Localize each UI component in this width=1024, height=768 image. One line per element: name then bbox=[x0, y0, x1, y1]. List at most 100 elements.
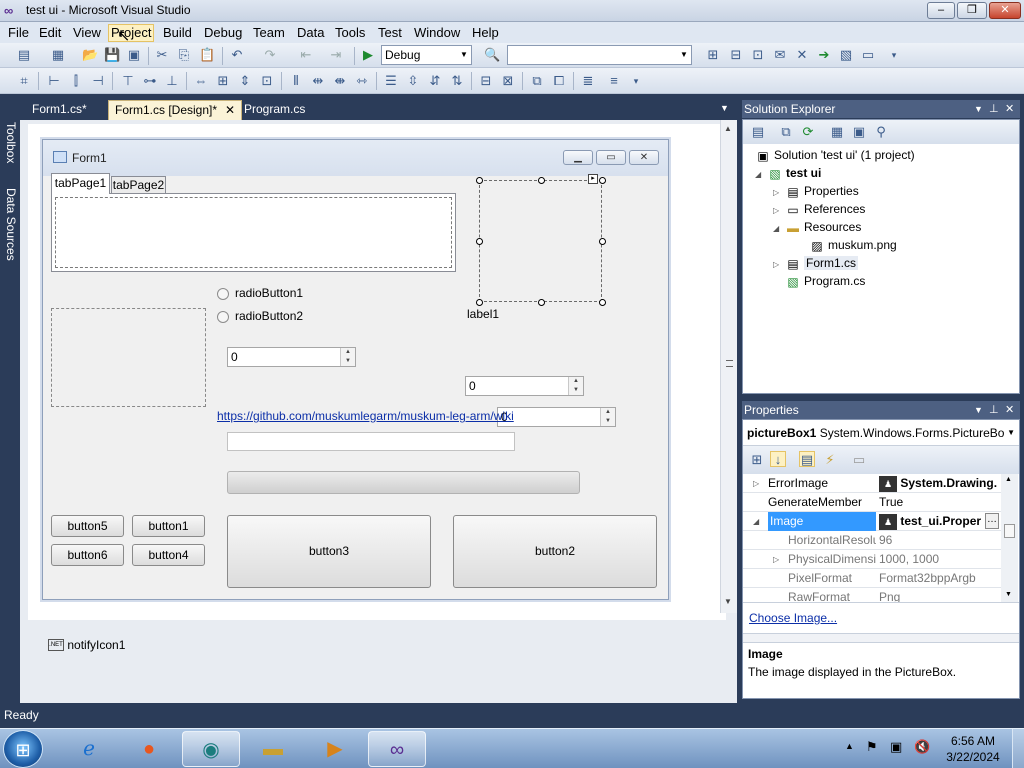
bring-to-front-icon[interactable]: ⧉ bbox=[529, 73, 545, 89]
tree-references[interactable]: ▷ ▭ References bbox=[773, 202, 865, 217]
navigate-forward-icon[interactable]: ⇥ bbox=[328, 47, 344, 63]
numeric-updown3[interactable]: 0 ▲ ▼ bbox=[497, 407, 616, 427]
radio-button2[interactable]: radioButton2 bbox=[217, 309, 303, 323]
tab-page1[interactable]: tabPage1 bbox=[51, 173, 110, 194]
menu-team[interactable]: Team bbox=[251, 24, 287, 42]
file-explorer-icon[interactable]: ▬ bbox=[244, 731, 302, 767]
make-same-height-icon[interactable]: ⇕ bbox=[237, 73, 253, 89]
system-clock[interactable]: 6:56 AM 3/22/2024 bbox=[940, 733, 1006, 765]
align-tops-icon[interactable]: ⊤ bbox=[120, 73, 136, 89]
tools-icon[interactable]: ✕ bbox=[794, 47, 810, 63]
button3[interactable]: button3 bbox=[227, 515, 431, 588]
close-button[interactable]: ✕ bbox=[989, 2, 1021, 19]
close-panel-icon[interactable]: ✕ bbox=[1005, 401, 1014, 419]
text-box[interactable] bbox=[227, 432, 515, 451]
start-debugging-icon[interactable]: ▶ bbox=[360, 47, 376, 63]
export-icon[interactable]: ➔ bbox=[816, 47, 832, 63]
increase-vertical-spacing-icon[interactable]: ⇳ bbox=[405, 73, 421, 89]
remove-horizontal-spacing-icon[interactable]: ⇿ bbox=[354, 73, 370, 89]
menu-build[interactable]: Build bbox=[161, 24, 194, 42]
menu-help[interactable]: Help bbox=[470, 24, 501, 42]
expand-arrow-icon[interactable]: ▷ bbox=[773, 260, 785, 269]
prop-row-hres[interactable]: HorizontalResolu 96 bbox=[743, 531, 1001, 550]
spin-arrows-icon[interactable]: ▲ ▼ bbox=[340, 348, 355, 366]
expand-arrow-icon[interactable]: ▷ bbox=[773, 188, 785, 197]
center-horizontally-icon[interactable]: ⊟ bbox=[478, 73, 494, 89]
button2[interactable]: button2 bbox=[453, 515, 657, 588]
menu-data[interactable]: Data bbox=[295, 24, 326, 42]
minimize-button[interactable]: – bbox=[927, 2, 955, 19]
tree-properties[interactable]: ▷ ▤ Properties bbox=[773, 184, 859, 199]
picture-box1[interactable]: ▸ bbox=[476, 174, 606, 306]
collapse-arrow-icon[interactable]: ◢ bbox=[773, 224, 785, 233]
align-centers-icon[interactable]: ⫿ bbox=[68, 73, 84, 89]
close-panel-icon[interactable]: ✕ bbox=[1005, 100, 1014, 118]
video-player-icon[interactable]: ▶ bbox=[306, 731, 364, 767]
align-middles-icon[interactable]: ⊶ bbox=[142, 73, 158, 89]
class-diagram-icon[interactable]: ⚲ bbox=[873, 124, 889, 140]
show-desktop-button[interactable] bbox=[1012, 729, 1024, 768]
save-icon[interactable]: 💾 bbox=[104, 47, 120, 63]
menu-file[interactable]: File bbox=[6, 24, 31, 42]
form-close-button[interactable]: ✕ bbox=[629, 150, 659, 165]
designer-scrollbar[interactable]: ▲ ▼ bbox=[720, 120, 737, 613]
internet-explorer-icon[interactable]: ℯ bbox=[60, 731, 118, 767]
object-selector[interactable]: pictureBox1 System.Windows.Forms.Picture… bbox=[743, 420, 1019, 446]
start-button[interactable]: ⊞ bbox=[3, 730, 43, 768]
tree-muskum-png[interactable]: ▨ muskum.png bbox=[809, 238, 896, 253]
scroll-up-icon[interactable]: ▲ bbox=[1005, 476, 1012, 483]
choose-image-link[interactable]: Choose Image... bbox=[749, 611, 837, 625]
toolbox-icon[interactable]: ✉ bbox=[772, 47, 788, 63]
decrease-vertical-spacing-icon[interactable]: ⇵ bbox=[427, 73, 443, 89]
prop-row-rawfmt[interactable]: RawFormat Png bbox=[743, 588, 1001, 602]
toolbox-tab[interactable]: Toolbox bbox=[2, 122, 18, 163]
expand-arrow-icon[interactable]: ▷ bbox=[773, 550, 779, 569]
window-position-icon[interactable]: ▼ bbox=[974, 401, 983, 419]
refresh-icon[interactable]: ⟳ bbox=[800, 124, 816, 140]
visual-studio-taskbar-icon[interactable]: ∞ bbox=[368, 731, 426, 767]
align-rights-icon[interactable]: ⊣ bbox=[90, 73, 106, 89]
object-browser-icon[interactable]: ⊡ bbox=[750, 47, 766, 63]
remove-vertical-spacing-icon[interactable]: ⇅ bbox=[449, 73, 465, 89]
tab-list-dropdown-icon[interactable]: ▼ bbox=[720, 103, 729, 113]
button1[interactable]: button1 bbox=[132, 515, 205, 537]
tab-program[interactable]: Program.cs bbox=[238, 100, 311, 120]
tree-resources[interactable]: ◢ ▬ Resources bbox=[773, 220, 861, 235]
property-grid-scrollbar[interactable]: ▲ ▼ bbox=[1001, 474, 1018, 602]
view-designer-icon[interactable]: ▣ bbox=[851, 124, 867, 140]
firefox-icon[interactable]: ● bbox=[120, 731, 178, 767]
vertical-spacing-equal-icon[interactable]: ☰ bbox=[383, 73, 399, 89]
alphabetical-icon[interactable]: ↓ bbox=[770, 451, 786, 467]
tree-form1[interactable]: ▷ ▤ Form1.cs bbox=[773, 256, 859, 271]
expand-arrow-icon[interactable]: ▷ bbox=[753, 474, 759, 493]
tab-form1-code[interactable]: Form1.cs* bbox=[26, 100, 93, 120]
send-to-back-icon[interactable]: ⧠ bbox=[551, 73, 567, 89]
display-icon[interactable]: ▣ bbox=[890, 739, 902, 755]
volume-muted-icon[interactable]: 🔇 bbox=[914, 739, 930, 755]
properties-view-icon[interactable]: ▤ bbox=[799, 451, 815, 467]
form-maximize-button[interactable]: ▭ bbox=[596, 150, 626, 165]
pin-icon[interactable]: ⊥ bbox=[989, 100, 999, 118]
add-item-icon[interactable]: ▦ bbox=[50, 47, 66, 63]
center-vertically-icon[interactable]: ⊠ bbox=[500, 73, 516, 89]
navigate-backward-icon[interactable]: ⇤ bbox=[298, 47, 314, 63]
spin-arrows-icon[interactable]: ▲ ▼ bbox=[568, 377, 583, 395]
paste-icon[interactable]: 📋 bbox=[199, 47, 215, 63]
menu-view[interactable]: View bbox=[71, 24, 103, 42]
undo-icon[interactable]: ↶ bbox=[229, 47, 245, 63]
align-lefts-icon[interactable]: ⊢ bbox=[46, 73, 62, 89]
properties-icon[interactable]: ▤ bbox=[750, 124, 766, 140]
action-center-flag-icon[interactable]: ⚑ bbox=[866, 739, 878, 755]
categorized-icon[interactable]: ⊞ bbox=[749, 452, 765, 468]
solution-configuration-dropdown[interactable]: Debug ▼ bbox=[381, 45, 472, 65]
align-bottoms-icon[interactable]: ⊥ bbox=[164, 73, 180, 89]
menu-window[interactable]: Window bbox=[412, 24, 462, 42]
pin-icon[interactable]: ⊥ bbox=[989, 401, 999, 419]
solution-explorer-icon[interactable]: ⊞ bbox=[705, 47, 721, 63]
scroll-down-icon[interactable]: ▼ bbox=[724, 597, 732, 606]
link-label[interactable]: https://github.com/muskumlegarm/muskum-l… bbox=[217, 409, 514, 423]
redo-icon[interactable]: ↷ bbox=[262, 47, 278, 63]
toolbar-options-icon[interactable]: ▾ bbox=[628, 73, 644, 89]
window-position-icon[interactable]: ▼ bbox=[974, 100, 983, 118]
tree-program[interactable]: ▧ Program.cs bbox=[773, 274, 865, 289]
